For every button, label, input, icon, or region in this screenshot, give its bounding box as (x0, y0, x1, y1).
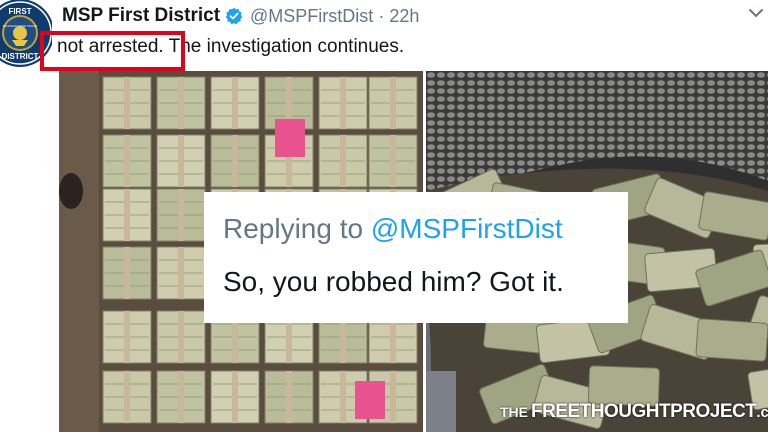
cash-band (390, 77, 396, 129)
cash-band (178, 189, 184, 241)
cash-band (390, 371, 396, 423)
handle[interactable]: @MSPFirstDist (250, 6, 373, 27)
reply-card: Replying to @MSPFirstDist So, you robbed… (204, 192, 628, 323)
tweet-header: MSP First District @MSPFirstDist · 22h (62, 3, 419, 29)
badge-text-center: MICHIGAN STATE POLICE (3, 24, 38, 28)
badge-text-bottom: DISTRICT (2, 52, 39, 61)
cash-band (178, 135, 184, 187)
replying-to-label: Replying to (223, 213, 364, 244)
cash-band (178, 247, 184, 299)
cash-band (178, 371, 184, 423)
pink-evidence-tag (355, 381, 385, 419)
reply-handle-link[interactable]: @MSPFirstDist (371, 213, 563, 244)
cash-band (390, 135, 396, 187)
reply-text: So, you robbed him? Got it. (223, 266, 564, 297)
highlight-box (40, 31, 185, 71)
cash-band (286, 371, 292, 423)
cash-band (340, 371, 346, 423)
timestamp[interactable]: 22h (389, 6, 419, 27)
cash-band (178, 311, 184, 363)
watermark-the: THE (500, 404, 528, 420)
cash-band (232, 77, 238, 129)
display-name[interactable]: MSP First District (62, 5, 220, 27)
chevron-down-icon[interactable] (748, 6, 764, 20)
badge-text-top: FIRST (8, 7, 31, 16)
cash-band (124, 77, 130, 129)
cash-band (340, 135, 346, 187)
cash-band (232, 371, 238, 423)
cash-band (124, 247, 130, 299)
cash-band (232, 135, 238, 187)
watermark: THE FREETHOUGHTPROJECT .co (500, 401, 768, 423)
cash-band (124, 189, 130, 241)
replying-to-line: Replying to @MSPFirstDist (223, 213, 563, 245)
watermark-suffix: .co (756, 403, 768, 421)
verified-badge-icon (225, 7, 243, 25)
pink-evidence-tag (275, 119, 305, 157)
cash-band (124, 371, 130, 423)
watermark-main: FREETHOUGHTPROJECT (531, 401, 757, 422)
separator-dot: · (378, 5, 385, 26)
cash-band (124, 135, 130, 187)
cash-band (124, 311, 130, 363)
cash-band (340, 77, 346, 129)
cash-band (178, 77, 184, 129)
rolled-cash-bundle (695, 318, 768, 362)
